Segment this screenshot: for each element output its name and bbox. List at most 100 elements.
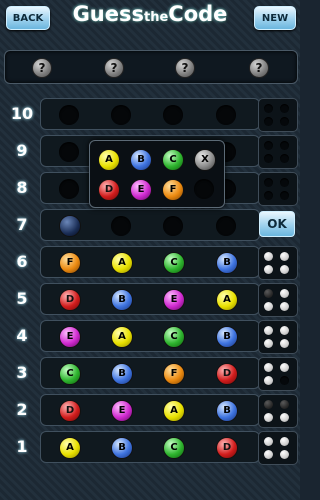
ok-button[interactable]: OK: [259, 211, 295, 237]
white-feedback-dot: [264, 339, 273, 348]
empty-feedback-dot: [264, 191, 273, 200]
empty-peg-hole: [216, 105, 236, 125]
guess-peg: B: [111, 363, 133, 385]
gray-feedback-dot: [264, 400, 273, 409]
guess-peg: D: [216, 363, 238, 385]
game-screen: BACK GuesstheCode NEW ? ? ? ? 10 9 8 7 6 F A C B…: [0, 0, 300, 500]
title-word-guess: Guess: [72, 2, 144, 26]
guess-peg: C: [163, 252, 185, 274]
white-feedback-dot: [264, 413, 273, 422]
empty-feedback-dot: [280, 154, 289, 163]
gray-feedback-dot: [264, 289, 273, 298]
feedback-panel: [258, 283, 298, 317]
selected-peg-slot[interactable]: [59, 215, 81, 237]
picker-option-d[interactable]: D: [98, 179, 120, 201]
guess-row: 10: [4, 98, 260, 130]
guess-peg: B: [111, 289, 133, 311]
title-word-code: Code: [168, 2, 228, 26]
row-number: 10: [10, 104, 34, 123]
guess-peg: A: [163, 400, 185, 422]
feedback-panel: [258, 172, 298, 206]
guess-row: 3 C B F D: [4, 357, 260, 389]
picker-option-empty[interactable]: [194, 179, 214, 199]
row-number: 1: [16, 437, 28, 456]
white-feedback-dot: [280, 437, 289, 446]
empty-feedback-dot: [264, 141, 273, 150]
empty-peg-hole[interactable]: [163, 216, 183, 236]
empty-feedback-dot: [264, 104, 273, 113]
back-button[interactable]: BACK: [6, 6, 50, 30]
picker-option-b[interactable]: B: [130, 149, 152, 171]
empty-peg-hole: [111, 105, 131, 125]
title-word-the: the: [144, 10, 169, 25]
white-feedback-dot: [264, 437, 273, 446]
white-feedback-dot: [264, 302, 273, 311]
guess-peg: E: [163, 289, 185, 311]
peg-track: DBEA: [40, 283, 260, 315]
guess-peg: C: [163, 437, 185, 459]
empty-peg-hole: [59, 142, 79, 162]
guess-peg: F: [163, 363, 185, 385]
white-feedback-dot: [264, 450, 273, 459]
game-title: GuesstheCode: [52, 2, 248, 34]
white-feedback-dot: [264, 376, 273, 385]
picker-option-e[interactable]: E: [130, 179, 152, 201]
guess-peg: D: [59, 400, 81, 422]
empty-feedback-dot: [264, 178, 273, 187]
secret-code-panel: ? ? ? ?: [4, 50, 298, 84]
picker-option-a[interactable]: A: [98, 149, 120, 171]
feedback-panel: [258, 431, 298, 465]
guess-row: 5 D B E A: [4, 283, 260, 315]
new-game-button[interactable]: NEW: [254, 6, 296, 30]
feedback-panel: [258, 357, 298, 391]
guess-peg: B: [216, 326, 238, 348]
guess-peg: A: [216, 289, 238, 311]
empty-feedback-dot: [280, 376, 289, 385]
guess-peg: D: [59, 289, 81, 311]
row-number: 7: [16, 215, 28, 234]
feedback-panel: [258, 98, 298, 132]
gray-feedback-dot: [280, 400, 289, 409]
guess-row: 6 F A C B: [4, 246, 260, 278]
guess-peg: E: [111, 400, 133, 422]
guess-peg: C: [59, 363, 81, 385]
picker-option-c[interactable]: C: [162, 149, 184, 171]
guess-peg: B: [216, 252, 238, 274]
guess-peg: D: [216, 437, 238, 459]
row-number: 4: [16, 326, 28, 345]
white-feedback-dot: [280, 302, 289, 311]
peg-track: FACB: [40, 246, 260, 278]
guess-row: 7: [4, 209, 260, 241]
guess-peg: B: [216, 400, 238, 422]
row-number: 5: [16, 289, 28, 308]
white-feedback-dot: [264, 252, 273, 261]
white-feedback-dot: [280, 363, 289, 372]
guess-peg: A: [59, 437, 81, 459]
guess-peg: C: [163, 326, 185, 348]
empty-feedback-dot: [280, 104, 289, 113]
picker-option-clear[interactable]: X: [194, 149, 216, 171]
empty-feedback-dot: [280, 117, 289, 126]
peg-track: DEAB: [40, 394, 260, 426]
row-number: 6: [16, 252, 28, 271]
guess-peg: F: [59, 252, 81, 274]
row-number: 3: [16, 363, 28, 382]
empty-peg-hole[interactable]: [216, 216, 236, 236]
feedback-panel: [258, 394, 298, 428]
white-feedback-dot: [280, 252, 289, 261]
peg-track: [40, 98, 260, 130]
white-feedback-dot: [264, 265, 273, 274]
white-feedback-dot: [280, 289, 289, 298]
white-feedback-dot: [280, 413, 289, 422]
feedback-panel: [258, 246, 298, 280]
picker-option-f[interactable]: F: [162, 179, 184, 201]
empty-feedback-dot: [264, 117, 273, 126]
empty-peg-hole: [163, 105, 183, 125]
header: BACK GuesstheCode NEW: [0, 0, 300, 40]
empty-peg-hole[interactable]: [111, 216, 131, 236]
white-feedback-dot: [280, 450, 289, 459]
row-number: 9: [16, 141, 28, 160]
peg-track: CBFD: [40, 357, 260, 389]
row-number: 2: [16, 400, 28, 419]
hidden-code-slot: ?: [249, 58, 269, 78]
